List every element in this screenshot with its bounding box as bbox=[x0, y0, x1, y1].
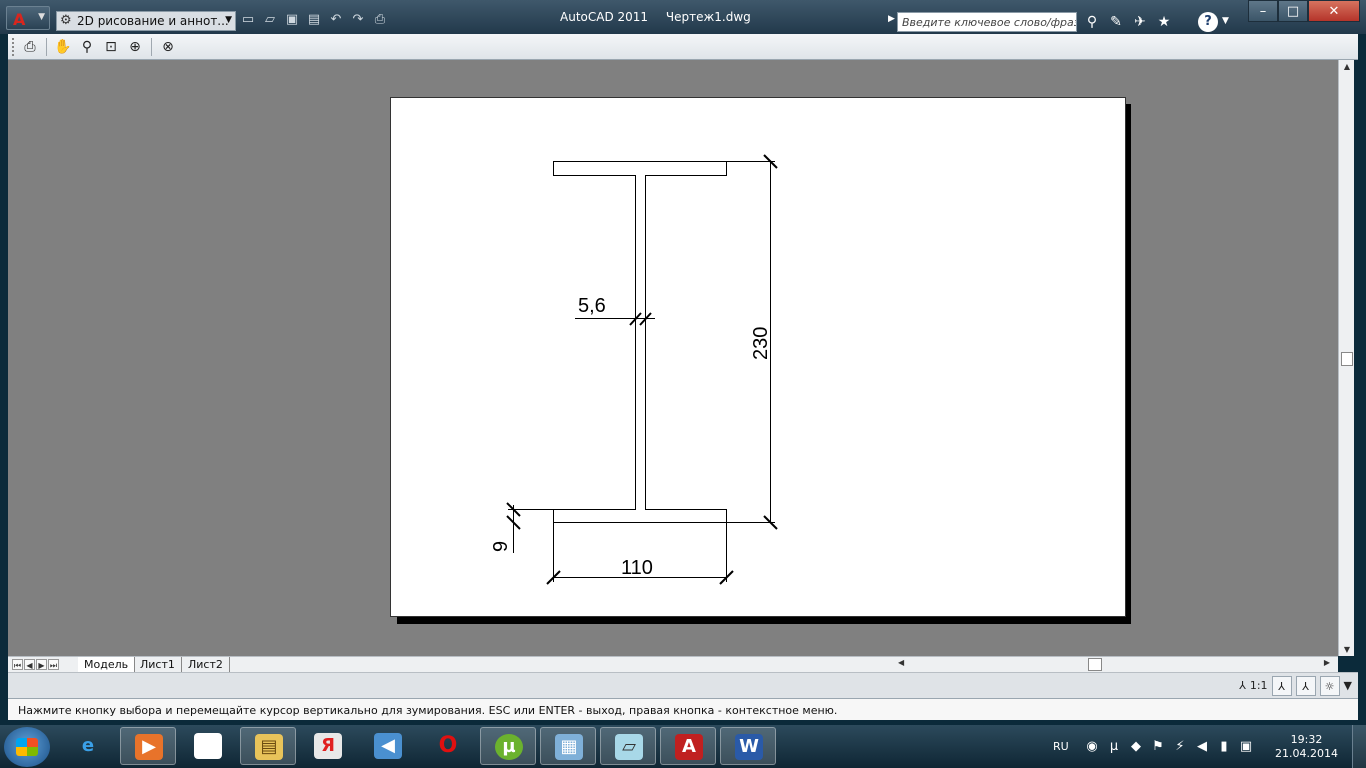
prev-tab-icon[interactable]: ◀ bbox=[24, 659, 35, 670]
last-tab-icon[interactable]: ⏭ bbox=[48, 659, 59, 670]
power-icon[interactable]: ⚡ bbox=[1172, 739, 1188, 755]
width-dimension-text: 110 bbox=[621, 557, 653, 579]
language-indicator[interactable]: RU bbox=[1053, 740, 1069, 753]
windows-flag-icon bbox=[16, 738, 38, 756]
task-control-panel[interactable]: ▦ bbox=[540, 727, 596, 765]
antivirus-icon[interactable]: ◆ bbox=[1128, 739, 1144, 755]
i-beam-outline bbox=[553, 161, 727, 523]
audio-icon: ◀ bbox=[374, 733, 402, 759]
horizontal-scrollbar[interactable]: ◀ ▶ bbox=[888, 658, 1334, 672]
clock-date: 21.04.2014 bbox=[1275, 747, 1338, 760]
word-icon: W bbox=[735, 734, 763, 760]
task-autocad[interactable]: A bbox=[660, 727, 716, 765]
task-opera[interactable]: O bbox=[420, 727, 476, 765]
clock[interactable]: 19:32 21.04.2014 bbox=[1275, 733, 1338, 761]
web-dimension-text: 5,6 bbox=[578, 295, 606, 317]
chevron-down-icon[interactable]: ▼ bbox=[1344, 676, 1352, 696]
first-tab-icon[interactable]: ⏮ bbox=[12, 659, 23, 670]
explorer-icon: ▤ bbox=[255, 734, 283, 760]
annotation-scale-icon[interactable]: ⅄ bbox=[1239, 676, 1246, 696]
system-tray: RU ◉ µ ◆ ⚑ ⚡ ◀ ▮ ▣ 19:32 21.04.2014 bbox=[1050, 725, 1366, 768]
annotation-scale-value[interactable]: 1:1 bbox=[1250, 676, 1268, 696]
clock-time: 19:32 bbox=[1290, 733, 1323, 746]
network-status-icon[interactable]: ▣ bbox=[1238, 739, 1254, 755]
task-document[interactable] bbox=[180, 727, 236, 765]
task-ie[interactable]: e bbox=[60, 727, 116, 765]
control-panel-icon: ▦ bbox=[555, 734, 583, 760]
task-yandex[interactable]: Я bbox=[300, 727, 356, 765]
tab-layout2[interactable]: Лист2 bbox=[182, 657, 230, 673]
auto-scale-icon[interactable]: ⅄ bbox=[1295, 676, 1316, 696]
layout-tab-bar: ⏮ ◀ ▶ ⏭ Модель Лист1 Лист2 ◀ ▶ bbox=[8, 656, 1338, 673]
network-icon[interactable]: ◉ bbox=[1084, 739, 1100, 755]
utorrent-tray-icon[interactable]: µ bbox=[1106, 739, 1122, 755]
command-line: Нажмите кнопку выбора и перемещайте курс… bbox=[8, 698, 1358, 720]
next-tab-icon[interactable]: ▶ bbox=[36, 659, 47, 670]
utorrent-icon: µ bbox=[495, 734, 523, 760]
task-audio[interactable]: ◀ bbox=[360, 727, 416, 765]
flange-dimension-text: 9 bbox=[490, 541, 512, 552]
tab-model[interactable]: Модель bbox=[78, 657, 136, 673]
task-explorer[interactable]: ▤ bbox=[240, 727, 296, 765]
windows-taskbar: e ▶ ▤ Я ◀ O µ ▦ ▱ A W RU ◉ µ ◆ ⚑ ⚡ ◀ ▮ ▣… bbox=[0, 725, 1366, 768]
start-button[interactable] bbox=[4, 727, 50, 767]
autocad-icon: A bbox=[675, 734, 703, 760]
task-utorrent[interactable]: µ bbox=[480, 727, 536, 765]
scroll-right-icon[interactable]: ▶ bbox=[1324, 658, 1330, 667]
internet-explorer-icon: e bbox=[81, 735, 95, 756]
tab-layout1[interactable]: Лист1 bbox=[134, 657, 182, 673]
taskbar-apps: e ▶ ▤ Я ◀ O µ ▦ ▱ A W bbox=[60, 727, 776, 765]
status-bar: ⅄ 1:1 ⅄ ⅄ ☼ ▼ bbox=[8, 672, 1358, 698]
notepad-icon: ▱ bbox=[615, 734, 643, 760]
lightbulb-icon[interactable]: ☼ bbox=[1319, 676, 1340, 696]
height-dimension-text: 230 bbox=[750, 327, 772, 360]
task-notepad[interactable]: ▱ bbox=[600, 727, 656, 765]
show-desktop-button[interactable] bbox=[1352, 725, 1366, 768]
yandex-icon: Я bbox=[314, 733, 342, 759]
document-icon bbox=[194, 733, 222, 759]
task-word[interactable]: W bbox=[720, 727, 776, 765]
device-icon[interactable]: ▮ bbox=[1216, 739, 1232, 755]
scroll-thumb[interactable] bbox=[1088, 658, 1102, 671]
tray-icons: ◉ µ ◆ ⚑ ⚡ ◀ ▮ ▣ bbox=[1084, 739, 1254, 755]
volume-icon[interactable]: ◀ bbox=[1194, 739, 1210, 755]
annotation-visibility-icon[interactable]: ⅄ bbox=[1271, 676, 1292, 696]
flag-tray-icon[interactable]: ⚑ bbox=[1150, 739, 1166, 755]
i-beam-drawing: 5,6 230 9 110 bbox=[490, 154, 778, 585]
media-player-icon: ▶ bbox=[135, 734, 163, 760]
scroll-left-icon[interactable]: ◀ bbox=[898, 658, 904, 667]
task-media[interactable]: ▶ bbox=[120, 727, 176, 765]
tab-navigation: ⏮ ◀ ▶ ⏭ bbox=[12, 659, 59, 670]
opera-icon: O bbox=[438, 733, 458, 758]
